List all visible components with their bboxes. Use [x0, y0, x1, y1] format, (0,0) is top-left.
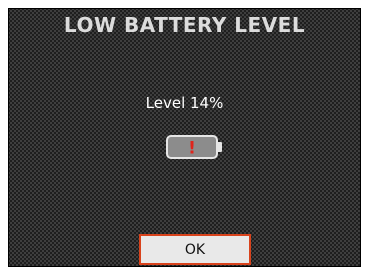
battery-level-text: Level 14%: [145, 94, 224, 112]
page: LOW BATTERY LEVEL Level 14% ! OK: [0, 0, 371, 274]
battery-low-warning-icon: !: [166, 135, 222, 159]
dialog-title: LOW BATTERY LEVEL: [63, 13, 306, 37]
warning-exclamation-mark: !: [188, 139, 196, 159]
low-battery-dialog: LOW BATTERY LEVEL Level 14% ! OK: [8, 8, 361, 267]
ok-button[interactable]: OK: [139, 234, 251, 265]
